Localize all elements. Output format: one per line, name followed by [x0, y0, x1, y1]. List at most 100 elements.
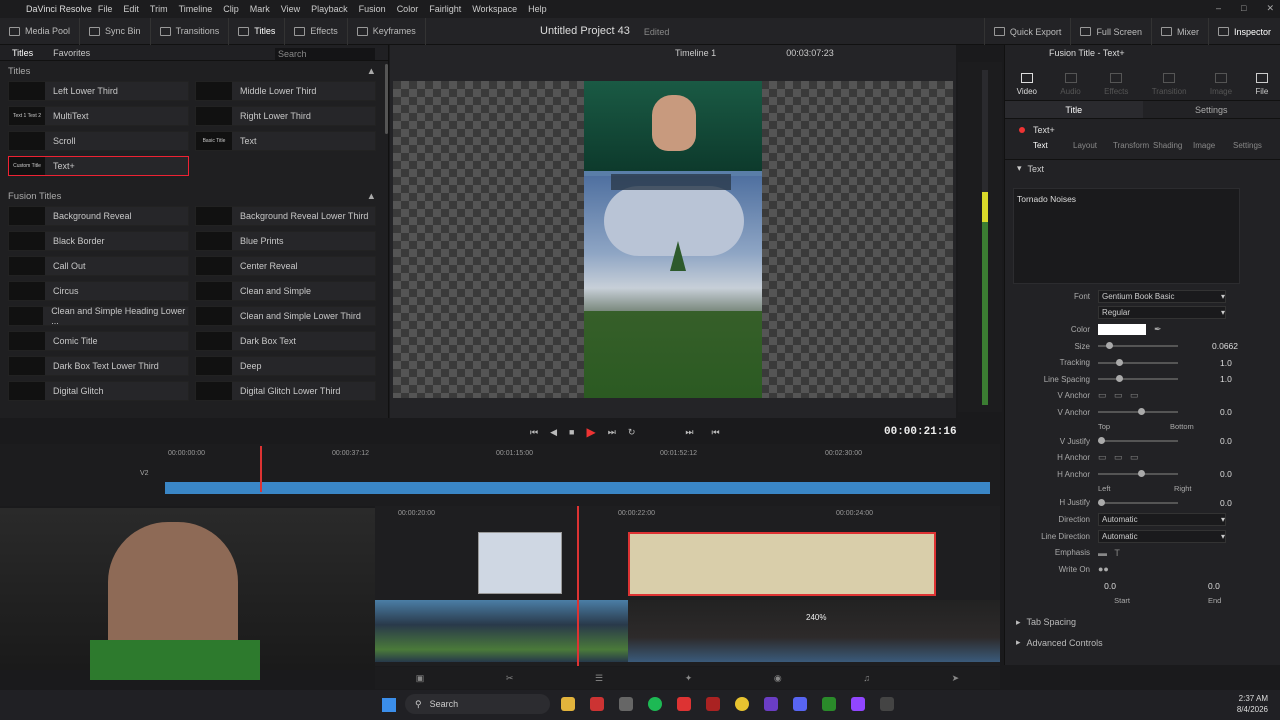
- vanchor-value[interactable]: 0.0: [1220, 407, 1232, 417]
- transitions-button[interactable]: Transitions: [151, 17, 230, 45]
- fusion-title-item[interactable]: Black Border: [8, 231, 189, 251]
- direction-dropdown[interactable]: Automatic ▾: [1098, 512, 1226, 526]
- davinci-icon[interactable]: [880, 697, 894, 711]
- vjustify-slider[interactable]: [1098, 437, 1178, 445]
- fairlight-page-icon[interactable]: ♫: [863, 673, 870, 683]
- fusion-title-item[interactable]: Clean and Simple: [195, 281, 376, 301]
- menu-fusion[interactable]: Fusion: [359, 4, 386, 14]
- hjustify-slider[interactable]: [1098, 498, 1178, 506]
- styled-text-input[interactable]: Tornado Noises: [1013, 188, 1240, 284]
- deliver-page-icon[interactable]: ➤: [952, 673, 960, 684]
- menu-color[interactable]: Color: [397, 4, 419, 14]
- cut-page-icon[interactable]: ✂: [506, 673, 514, 684]
- fusion-title-item[interactable]: Blue Prints: [195, 231, 376, 251]
- nodetab-text[interactable]: Text: [1033, 141, 1073, 159]
- fusion-title-item[interactable]: Digital Glitch Lower Third: [195, 381, 376, 401]
- font-dropdown[interactable]: Gentium Book Basic ▾: [1098, 289, 1226, 303]
- menu-fairlight[interactable]: Fairlight: [429, 4, 461, 14]
- menu-help[interactable]: Help: [528, 4, 547, 14]
- first-frame-icon[interactable]: ⏮: [530, 427, 538, 438]
- menu-mark[interactable]: Mark: [250, 4, 270, 14]
- color-swatch[interactable]: [1098, 323, 1146, 335]
- timeline-selector[interactable]: Timeline 1: [675, 48, 716, 58]
- section-fusion-titles[interactable]: Fusion Titles ▲: [0, 186, 388, 206]
- media-page-icon[interactable]: ▣: [416, 673, 425, 684]
- library-scrollbar[interactable]: [385, 64, 388, 134]
- section-titles[interactable]: Titles ▲: [0, 61, 388, 81]
- writeon-range[interactable]: ●●: [1098, 564, 1109, 574]
- inspector-button[interactable]: Inspector: [1207, 18, 1280, 45]
- collapse-icon[interactable]: ▲: [367, 66, 376, 77]
- tab-video[interactable]: Video: [1017, 73, 1037, 96]
- fusion-title-item[interactable]: Dark Box Text: [195, 331, 376, 351]
- fusion-title-item[interactable]: Background Reveal Lower Third: [195, 206, 376, 226]
- slider-handle[interactable]: [1116, 358, 1123, 366]
- nodetab-settings[interactable]: Settings: [1233, 141, 1273, 159]
- quick-export-button[interactable]: Quick Export: [983, 18, 1071, 45]
- vanchor-buttons[interactable]: ▭ ▭ ▭: [1098, 390, 1139, 401]
- hanchor-buttons[interactable]: ▭ ▭ ▭: [1098, 452, 1139, 463]
- fusion-title-item[interactable]: Deep: [195, 356, 376, 376]
- hanchor-value[interactable]: 0.0: [1220, 469, 1232, 479]
- loop-icon[interactable]: ↻: [628, 427, 636, 438]
- grid-app-icon[interactable]: [764, 697, 778, 711]
- folder-icon[interactable]: [561, 697, 575, 711]
- style-dropdown[interactable]: Regular ▾: [1098, 306, 1226, 320]
- tracking-value[interactable]: 1.0: [1220, 358, 1232, 368]
- media-pool-button[interactable]: Media Pool: [0, 17, 81, 45]
- nodetab-image[interactable]: Image: [1193, 141, 1233, 159]
- title-item[interactable]: Right Lower Third: [195, 106, 376, 126]
- sync-bin-button[interactable]: Sync Bin: [80, 17, 151, 45]
- writeon-start-value[interactable]: 0.0: [1004, 581, 1116, 591]
- size-slider[interactable]: [1098, 342, 1178, 350]
- menu-timeline[interactable]: Timeline: [179, 4, 213, 14]
- hjustify-value[interactable]: 0.0: [1220, 498, 1232, 508]
- menu-workspace[interactable]: Workspace: [472, 4, 517, 14]
- tab-image[interactable]: Image: [1210, 73, 1232, 96]
- menu-playback[interactable]: Playback: [311, 4, 348, 14]
- fusion-title-item[interactable]: Comic Title: [8, 331, 189, 351]
- emphasis-buttons[interactable]: ▬ T: [1098, 548, 1120, 558]
- tracking-slider[interactable]: [1098, 358, 1178, 366]
- next-edit-icon[interactable]: ⏭: [685, 427, 693, 438]
- tab-audio[interactable]: Audio: [1060, 73, 1081, 96]
- fusion-title-item[interactable]: Circus: [8, 281, 189, 301]
- fusion-title-item[interactable]: Center Reveal: [195, 256, 376, 276]
- fusion-title-item[interactable]: Clean and Simple Lower Third: [195, 306, 376, 326]
- node-enable-icon[interactable]: [1019, 127, 1025, 133]
- color-page-icon[interactable]: ◉: [774, 673, 782, 684]
- menu-view[interactable]: View: [281, 4, 300, 14]
- linespacing-value[interactable]: 1.0: [1220, 374, 1232, 384]
- system-clock[interactable]: 2:37 AM 8/4/2026: [1237, 693, 1268, 715]
- title-item[interactable]: Basic Title Text: [195, 131, 376, 151]
- size-value[interactable]: 0.0662: [1212, 341, 1238, 351]
- slider-handle[interactable]: [1138, 470, 1145, 478]
- hanchor-slider[interactable]: [1098, 470, 1178, 478]
- close-icon[interactable]: ✕: [1266, 3, 1274, 14]
- slider-handle[interactable]: [1106, 342, 1113, 350]
- fusion-title-item[interactable]: Background Reveal: [8, 206, 189, 226]
- brave-icon[interactable]: [677, 697, 691, 711]
- tab-title[interactable]: Title: [1005, 101, 1143, 118]
- fusion-page-icon[interactable]: ✦: [685, 673, 693, 684]
- fusion-title-item[interactable]: Digital Glitch: [8, 381, 189, 401]
- spotify-icon[interactable]: [648, 697, 662, 711]
- timeline-ruler[interactable]: 00:00:20:00 00:00:22:00 00:00:24:00: [375, 510, 1000, 520]
- menu-file[interactable]: File: [98, 4, 113, 14]
- video-track-clip-2[interactable]: [628, 600, 1000, 662]
- nodetab-layout[interactable]: Layout: [1073, 141, 1113, 159]
- title-item[interactable]: Middle Lower Third: [195, 81, 376, 101]
- linespacing-slider[interactable]: [1098, 375, 1178, 383]
- slider-handle[interactable]: [1116, 375, 1123, 383]
- fusion-title-item[interactable]: Dark Box Text Lower Third: [8, 356, 189, 376]
- overview-playhead[interactable]: [260, 446, 262, 492]
- text-section-header[interactable]: ▾ Text: [1005, 159, 1280, 177]
- edit-page-icon[interactable]: ☰: [595, 673, 603, 684]
- library-search-input[interactable]: Search: [275, 48, 375, 60]
- tab-transition[interactable]: Transition: [1152, 73, 1187, 96]
- tab-settings[interactable]: Settings: [1143, 101, 1280, 118]
- tab-file[interactable]: File: [1255, 73, 1268, 96]
- menu-clip[interactable]: Clip: [223, 4, 239, 14]
- taskbar-search[interactable]: ⚲ Search: [405, 694, 550, 714]
- discord-icon[interactable]: [793, 697, 807, 711]
